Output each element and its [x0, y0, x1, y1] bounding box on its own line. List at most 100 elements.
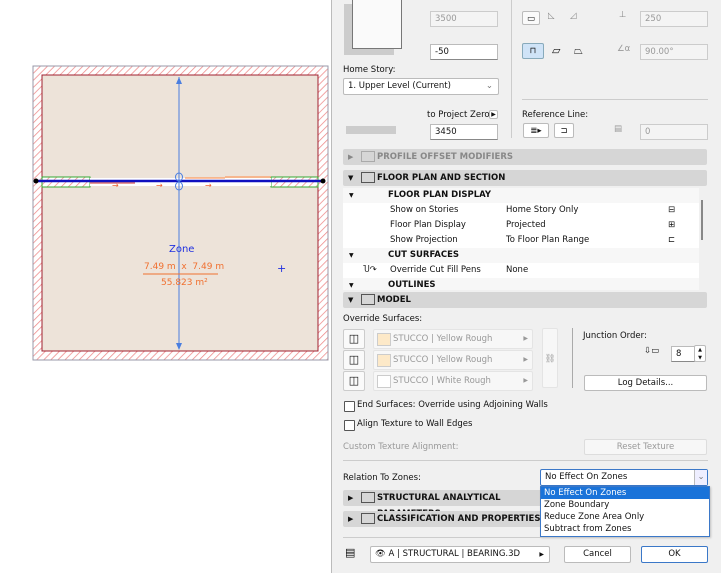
wall-trapezoid-icon[interactable]: ◺: [548, 11, 555, 21]
relation-to-zones-dropdown[interactable]: No Effect On Zones ⌄: [540, 469, 708, 486]
surface-reference-icon[interactable]: ◫: [343, 329, 365, 349]
section-floor-plan[interactable]: ▼ FLOOR PLAN AND SECTION: [343, 170, 707, 186]
surface-picker[interactable]: STUCCO | Yellow Rough ▶: [373, 350, 533, 370]
relation-to-zones-label: Relation To Zones:: [343, 473, 421, 483]
wall-straight-icon[interactable]: ▭: [522, 11, 540, 25]
wall-vertical-icon[interactable]: ⊓: [522, 43, 544, 59]
wall-settings-dialog: 3500 -50 Home Story: 1. Upper Level (Cur…: [331, 0, 721, 573]
chevron-down-icon: ⌄: [485, 81, 493, 91]
profile-icon: [361, 151, 375, 162]
wall-profile-icon[interactable]: ◿: [570, 11, 577, 21]
surface-picker[interactable]: STUCCO | Yellow Rough ▶: [373, 329, 533, 349]
end-surfaces-label[interactable]: End Surfaces: Override using Adjoining W…: [357, 400, 548, 410]
layer-dropdown[interactable]: 👁 A | STRUCTURAL | BEARING.3D ▶: [370, 546, 550, 563]
color-swatch: [377, 333, 391, 346]
divider: [572, 328, 573, 388]
section-profile-offset[interactable]: ▶ PROFILE OFFSET MODIFIERS: [343, 149, 707, 165]
table-row[interactable]: Floor Plan Display Projected ⊞: [343, 218, 699, 234]
surface-picker[interactable]: STUCCO | White Rough ▶: [373, 371, 533, 391]
option-reduce-zone-area[interactable]: Reduce Zone Area Only: [541, 511, 709, 523]
thickness-icon: ⊥: [619, 10, 627, 20]
ref-offset-icon: ▤: [614, 124, 623, 134]
home-story-label: Home Story:: [343, 65, 396, 75]
divider: [343, 460, 708, 461]
flip-reference-line-button[interactable]: ⊐: [554, 123, 574, 138]
floor-plan-icon: [361, 172, 375, 183]
wall-slanted-icon[interactable]: ⏥: [552, 44, 560, 57]
reference-line-label: Reference Line:: [522, 110, 589, 120]
floor-plan-canvas[interactable]: → → → + Zone 7.49 m x 7.49 m 55.823 m²: [0, 0, 331, 573]
layer-icon: ▤: [345, 546, 356, 559]
floor-plan-table: ▼ FLOOR PLAN DISPLAY Show on Stories Home …: [332, 188, 721, 290]
custom-texture-label: Custom Texture Alignment:: [343, 442, 459, 452]
classification-icon: [361, 513, 375, 524]
to-project-zero-label: to Project Zero: [427, 110, 490, 120]
log-details-button[interactable]: Log Details...: [584, 375, 707, 391]
table-row[interactable]: Show on Stories Home Story Only ⊟: [343, 203, 699, 219]
zone-name: Zone: [169, 244, 195, 255]
expand-icon: ▶: [348, 515, 354, 523]
align-texture-checkbox[interactable]: [344, 420, 355, 431]
color-swatch: [377, 354, 391, 367]
collapse-icon: ▼: [348, 296, 354, 304]
home-story-dropdown[interactable]: 1. Upper Level (Current) ⌄: [343, 78, 499, 95]
eye-icon[interactable]: 👁: [375, 549, 386, 559]
svg-text:+: +: [277, 262, 286, 275]
relation-value: No Effect On Zones: [545, 472, 628, 482]
wall-endpoint: [33, 178, 39, 184]
section-classification[interactable]: ▶ CLASSIFICATION AND PROPERTIES: [343, 511, 543, 527]
chevron-down-icon: ⌄: [694, 470, 707, 485]
model-icon: [361, 294, 375, 305]
section-model[interactable]: ▼ MODEL: [343, 292, 707, 308]
option-subtract-from-zones[interactable]: Subtract from Zones: [541, 523, 709, 535]
svg-text:→: →: [112, 181, 119, 190]
home-story-value: 1. Upper Level (Current): [348, 81, 451, 91]
table-row[interactable]: Show Projection To Floor Plan Range ⊏: [343, 233, 699, 249]
cancel-button[interactable]: Cancel: [564, 546, 631, 563]
thickness-field[interactable]: 250: [640, 11, 708, 27]
zone-dimensions: 7.49 m x 7.49 m: [144, 262, 225, 272]
table-scrollbar[interactable]: [701, 200, 703, 240]
group-cut-surfaces[interactable]: ▼ CUT SURFACES: [343, 248, 699, 264]
end-surfaces-checkbox[interactable]: [344, 401, 355, 412]
group-floor-plan-display[interactable]: ▼ FLOOR PLAN DISPLAY: [343, 188, 699, 204]
option-no-effect[interactable]: No Effect On Zones: [541, 487, 709, 499]
wall-double-slanted-icon[interactable]: ⏢: [574, 44, 583, 58]
offset-field[interactable]: -50: [430, 44, 498, 60]
reference-line-location-button[interactable]: ≣▸: [523, 123, 549, 138]
expand-icon: ▶: [348, 153, 354, 161]
relation-to-zones-options: No Effect On Zones Zone Boundary Reduce …: [540, 486, 710, 537]
reset-texture-button[interactable]: Reset Texture: [584, 439, 707, 455]
collapse-icon: ▼: [348, 174, 354, 182]
surface-edge-icon[interactable]: ◫: [343, 371, 365, 391]
junction-order-stepper[interactable]: ▲ ▼: [694, 345, 706, 362]
zone-area-label: 55.823 m²: [161, 278, 208, 288]
zone-area: [41, 74, 319, 352]
project-zero-menu-button[interactable]: ▶: [489, 110, 498, 119]
align-texture-label[interactable]: Align Texture to Wall Edges: [357, 419, 472, 429]
project-zero-field[interactable]: 3450: [430, 124, 498, 140]
angle-field[interactable]: 90.00°: [640, 44, 708, 60]
divider: [522, 99, 708, 100]
submenu-arrow-icon: ▶: [539, 551, 544, 558]
table-row[interactable]: Ⴎ↷ Override Cut Fill Pens None: [343, 263, 699, 279]
section-structural[interactable]: ▶STRUCTURAL ANALYTICAL PARAMETERS: [343, 490, 543, 519]
option-zone-boundary[interactable]: Zone Boundary: [541, 499, 709, 511]
structural-icon: [361, 492, 375, 503]
wall-preview-icon: [352, 0, 402, 49]
ref-offset-field[interactable]: 0: [640, 124, 708, 140]
surface-opposite-icon[interactable]: ◫: [343, 350, 365, 370]
angle-icon: ∠α: [617, 44, 631, 54]
projected-icon: ⊞: [668, 220, 676, 230]
junction-icon: ⇩▭: [644, 346, 660, 356]
ok-button[interactable]: OK: [641, 546, 708, 563]
junction-order-label: Junction Order:: [583, 331, 647, 341]
height-field[interactable]: 3500: [430, 11, 498, 27]
projection-icon: ⊏: [668, 235, 676, 245]
svg-text:→: →: [205, 181, 212, 190]
group-outlines[interactable]: ▼ OUTLINES: [343, 278, 699, 290]
color-swatch: [377, 375, 391, 388]
junction-order-field[interactable]: 8: [671, 346, 695, 362]
chain-link-icon[interactable]: ⛓: [542, 328, 558, 388]
divider: [511, 0, 512, 138]
